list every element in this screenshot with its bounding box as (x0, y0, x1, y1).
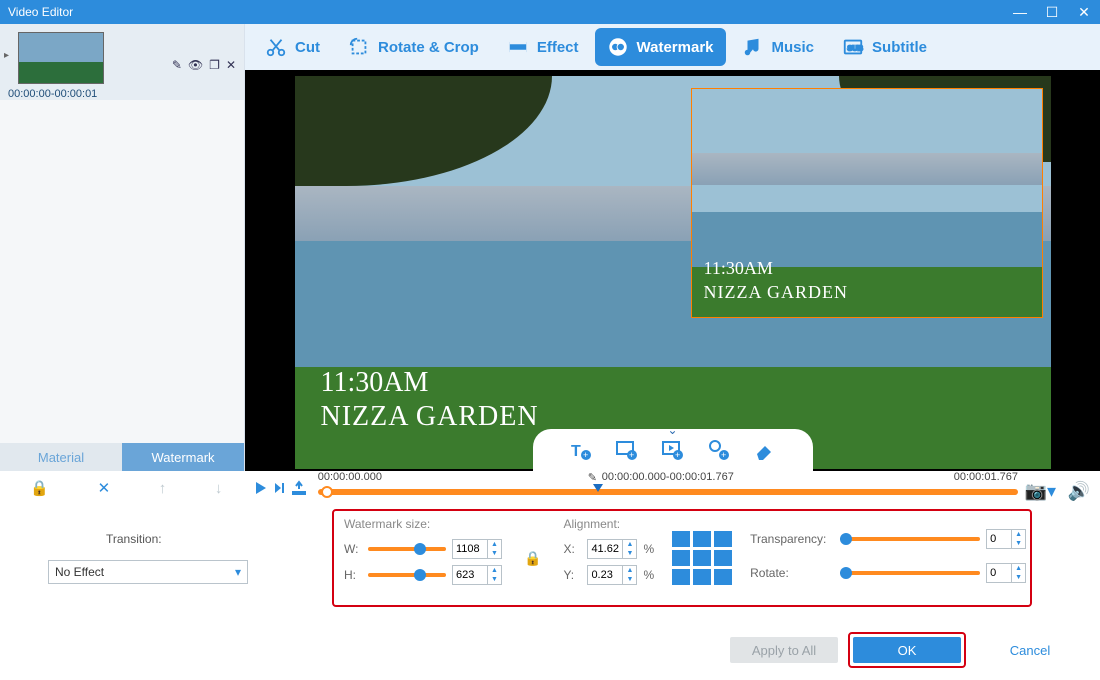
move-up-icon[interactable]: ↑ (159, 480, 167, 497)
width-input[interactable]: ▲▼ (452, 539, 502, 559)
add-image-icon[interactable]: + (615, 438, 639, 462)
transition-label: Transition: (48, 532, 332, 546)
rotate-input[interactable]: ▲▼ (986, 563, 1026, 583)
titlebar: Video Editor — ☐ ✕ (0, 0, 1100, 24)
svg-text:+: + (721, 450, 726, 460)
clip-time-range: 00:00:00-00:00:01 (8, 88, 97, 100)
timeline-row: 🔒 ✕ ↑ ↓ 00:00:00.000 ✎ 00:00:00.000-00:0… (0, 471, 1100, 505)
timeline-edit-icon: ✎ (588, 471, 597, 484)
add-text-icon[interactable]: T+ (569, 438, 593, 462)
svg-text:+: + (629, 450, 634, 460)
edit-icon[interactable]: ✎ (172, 58, 182, 72)
volume-icon[interactable]: 🔊 (1064, 481, 1094, 502)
apply-all-button[interactable]: Apply to All (730, 637, 838, 663)
svg-text:T: T (571, 443, 581, 460)
left-panel: ▸ ✎ 👁 ❐ ✕ 00:00:00-00:00:01 Material Wat… (0, 24, 245, 471)
ok-button[interactable]: OK (853, 637, 961, 663)
add-video-icon[interactable]: + (661, 438, 685, 462)
alignment-grid[interactable] (672, 531, 732, 585)
y-input[interactable]: ▲▼ (587, 565, 637, 585)
timeline-end: 00:00:01.767 (954, 471, 1018, 483)
snapshot-icon[interactable]: 📷▾ (1021, 481, 1060, 502)
app-title: Video Editor (8, 5, 73, 19)
action-buttons: Apply to All OK Cancel (730, 632, 1084, 668)
watermark-settings: Watermark size: W: ▲▼ H: ▲▼ 🔒 Alignment:… (332, 509, 1032, 607)
watermark-overlay[interactable]: 11:30AM NIZZA GARDEN (691, 88, 1043, 318)
move-down-icon[interactable]: ↓ (215, 480, 223, 497)
transition-select[interactable]: No Effect ▾ (48, 560, 248, 584)
close-button[interactable]: ✕ (1068, 0, 1100, 24)
tab-cut[interactable]: Cut (253, 28, 332, 66)
overlay-title-text: NIZZA GARDEN (321, 401, 539, 433)
add-shape-icon[interactable]: + (707, 438, 731, 462)
align-heading: Alignment: (563, 517, 654, 531)
lock-aspect-icon[interactable]: 🔒 (520, 550, 545, 567)
svg-text:+: + (583, 450, 588, 460)
tab-subtitle[interactable]: SUB Subtitle (830, 28, 939, 66)
transparency-slider[interactable] (840, 537, 980, 541)
minimize-button[interactable]: — (1004, 0, 1036, 24)
size-heading: Watermark size: (344, 517, 502, 531)
tab-watermark[interactable]: Watermark (122, 443, 244, 471)
expand-icon[interactable]: ▸ (4, 50, 9, 61)
export-icon[interactable] (291, 480, 307, 496)
cancel-button[interactable]: Cancel (976, 637, 1084, 663)
transition-section: Transition: No Effect ▾ (0, 532, 332, 584)
add-toolbar: ⌄ T+ + + + (533, 429, 813, 471)
preview-area: 11:30AM NIZZA GARDEN 11:30AM NIZZA GARDE… (245, 70, 1100, 471)
remove-icon[interactable]: ✕ (226, 58, 236, 72)
tab-music[interactable]: Music (730, 28, 827, 66)
lock-icon[interactable]: 🔒 (30, 479, 49, 497)
step-icon[interactable] (273, 481, 287, 495)
preview-frame[interactable]: 11:30AM NIZZA GARDEN 11:30AM NIZZA GARDE… (295, 76, 1051, 469)
x-input[interactable]: ▲▼ (587, 539, 637, 559)
tab-watermark-top[interactable]: Watermark (595, 28, 726, 66)
delete-icon[interactable]: ✕ (98, 479, 111, 497)
play-icon[interactable] (253, 480, 269, 496)
transparency-input[interactable]: ▲▼ (986, 529, 1026, 549)
top-tabs: Cut Rotate & Crop Effect Watermark Music… (245, 24, 1100, 70)
clip-thumb-row: ▸ ✎ 👁 ❐ ✕ 00:00:00-00:00:01 (0, 24, 244, 100)
copy-icon[interactable]: ❐ (209, 58, 220, 72)
timeline-start: 00:00:00.000 (318, 471, 382, 483)
rotate-slider[interactable] (840, 571, 980, 575)
svg-text:SUB: SUB (848, 44, 863, 53)
chevron-down-icon: ▾ (235, 565, 241, 579)
transparency-label: Transparency: (750, 532, 834, 546)
clip-thumbnail[interactable] (18, 32, 104, 84)
timeline[interactable]: 00:00:00.000 ✎ 00:00:00.000-00:00:01.767… (318, 471, 1094, 505)
tab-effect[interactable]: Effect (495, 28, 591, 66)
maximize-button[interactable]: ☐ (1036, 0, 1068, 24)
chevron-down-icon[interactable]: ⌄ (667, 423, 677, 437)
rotate-label: Rotate: (750, 566, 834, 580)
tab-rotate-crop[interactable]: Rotate & Crop (336, 28, 491, 66)
height-input[interactable]: ▲▼ (452, 565, 502, 585)
height-slider[interactable] (368, 573, 446, 577)
eye-icon[interactable]: 👁 (188, 58, 203, 72)
timeline-range: 00:00:00.000-00:00:01.767 (602, 471, 734, 483)
width-slider[interactable] (368, 547, 446, 551)
eraser-icon[interactable] (753, 438, 777, 462)
svg-text:+: + (675, 450, 680, 460)
overlay-time-text: 11:30AM (321, 367, 429, 399)
tab-material[interactable]: Material (0, 443, 122, 471)
